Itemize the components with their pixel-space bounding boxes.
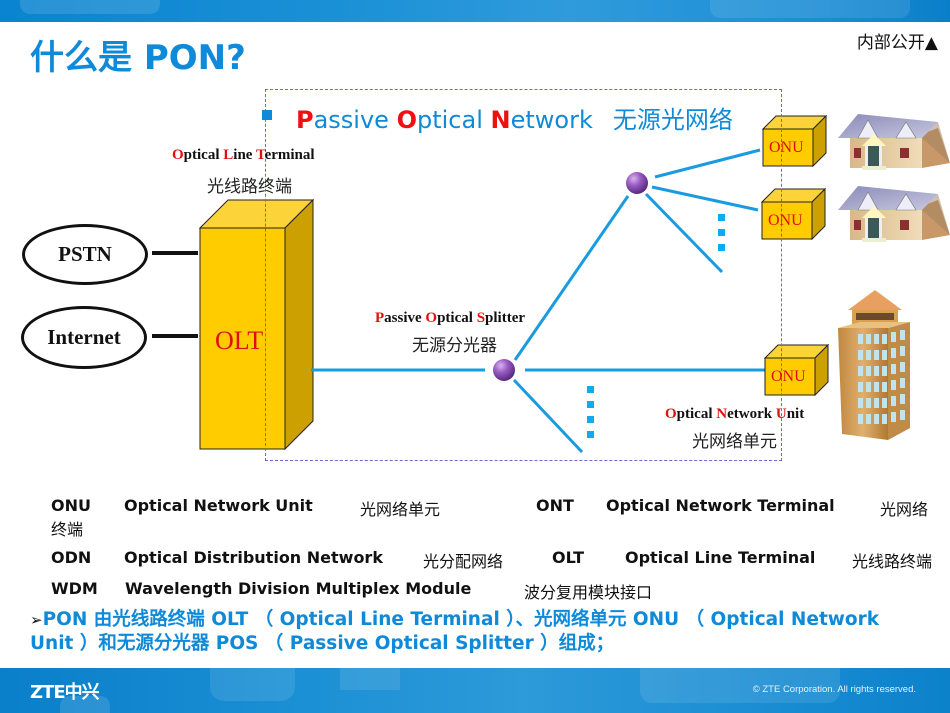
olt-title-cn: 光线路终端 [207, 177, 292, 197]
splitter-title-part: P [375, 310, 385, 326]
arrow-bullet-icon: ➢ [30, 611, 43, 629]
footer-banner: ZTE中兴 © ZTE Corporation. All rights rese… [0, 668, 950, 713]
heading-part: etwork [510, 106, 593, 134]
internet-network-node: Internet [21, 306, 147, 369]
splitter-title-part: S [476, 310, 486, 326]
glossary-full: Optical Network Terminal [606, 496, 835, 515]
heading-part: O [396, 106, 417, 134]
glossary-abbr: WDM [51, 579, 98, 598]
onu-title-part: ptical [676, 406, 717, 422]
glossary-abbr: ODN [51, 548, 92, 567]
glossary-full: Optical Distribution Network [124, 548, 383, 567]
glossary-cn-wrap: 终端 [51, 520, 84, 539]
onu-label-2: ONU [768, 212, 803, 229]
olt-title-part: T [255, 147, 265, 163]
onu-title-part: O [665, 406, 677, 422]
glossary-full: Optical Network Unit [124, 496, 313, 515]
onu-label-3: ONU [771, 368, 806, 385]
olt-title-part: ptical [183, 147, 224, 163]
onu-label-1: ONU [769, 139, 804, 156]
copyright-notice: © ZTE Corporation. All rights reserved. [752, 684, 916, 695]
onu-title-part: U [775, 406, 787, 422]
splitter-title-part: assive [384, 310, 426, 326]
olt-box-label: OLT [215, 326, 264, 355]
pon-heading: Passive Optical Network 无源光网络 [296, 100, 733, 135]
zte-logo: ZTE中兴 [30, 682, 100, 703]
house-icon [838, 186, 950, 242]
heading-part: N [490, 106, 511, 134]
house-icon [838, 114, 950, 170]
onu-title-part: N [716, 406, 728, 422]
heading-part: P [296, 106, 314, 134]
onu-title-cn: 光网络单元 [692, 432, 777, 452]
heading-cn: 无源光网络 [612, 106, 733, 134]
glossary-full: Optical Line Terminal [625, 548, 816, 567]
glossary-full: Wavelength Division Multiplex Module [125, 579, 472, 598]
olt-title-part: ine [233, 147, 256, 163]
splitter-title-cn: 无源分光器 [412, 336, 497, 356]
splitter-title-part: ptical [437, 310, 477, 326]
footer-decoration [340, 668, 400, 690]
glossary-cn: 光线路终端 [852, 552, 933, 571]
summary-bullet: ➢PON 由光线路终端 OLT （ Optical Line Terminal … [30, 608, 910, 655]
glossary-cn: 光网络 [880, 500, 929, 519]
heading-part: assive [313, 106, 397, 134]
splitter-title-en: Passive Optical Splitter [375, 310, 525, 327]
office-building-icon [838, 290, 910, 440]
olt-title-part: O [172, 147, 184, 163]
summary-text: PON 由光线路终端 OLT （ Optical Line Terminal ）… [30, 609, 880, 654]
onu-title-en: Optical Network Unit [665, 406, 804, 423]
splitter-title-part: O [425, 310, 438, 326]
pstn-network-node: PSTN [22, 224, 148, 285]
splitter-title-part: plitter [485, 310, 526, 326]
olt-title-part: L [223, 147, 234, 163]
glossary-abbr: OLT [552, 548, 585, 567]
onu-title-part: etwork [727, 406, 776, 422]
internet-label: Internet [47, 325, 121, 349]
olt-title-en: Optical Line Terminal [172, 147, 315, 164]
pstn-label: PSTN [58, 242, 112, 266]
glossary-cn: 光分配网络 [423, 552, 504, 571]
glossary-cn: 光网络单元 [360, 500, 441, 519]
olt-title-part: erminal [264, 147, 315, 163]
onu-title-part: nit [786, 406, 805, 422]
heading-part: ptical [416, 106, 491, 134]
footer-decoration [210, 668, 295, 701]
glossary-cn: 波分复用模块接口 [524, 583, 653, 602]
glossary-abbr: ONT [536, 496, 574, 515]
bullet-square-icon [262, 110, 272, 120]
glossary-abbr: ONU [51, 496, 91, 515]
